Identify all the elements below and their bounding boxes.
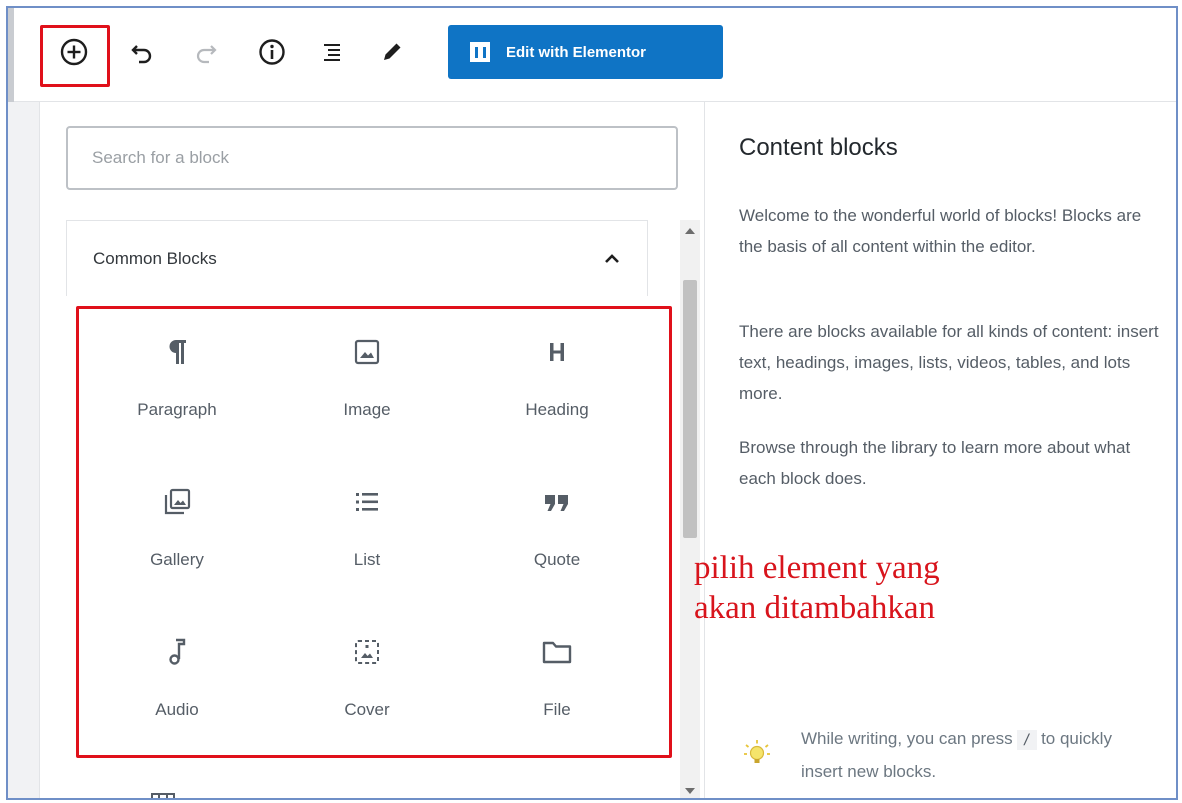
next-block-icon-peek: [150, 790, 176, 798]
table-icon: [151, 793, 175, 798]
plus-circle-icon: [60, 38, 88, 66]
undo-button[interactable]: [120, 30, 164, 74]
block-label: Paragraph: [137, 400, 217, 419]
help-paragraph-3: Browse through the library to learn more…: [739, 438, 1131, 488]
heading-icon: [550, 343, 564, 361]
undo-icon: [131, 45, 152, 64]
gallery-icon: [164, 488, 191, 515]
toolbar-left-edge: [8, 8, 14, 102]
block-search-input[interactable]: [66, 126, 678, 190]
block-label: Gallery: [150, 550, 204, 569]
cover-icon: [355, 640, 379, 664]
help-title: Content blocks: [739, 134, 898, 161]
block-label: Audio: [155, 700, 199, 719]
editor-window: Edit with Elementor Common Blocks: [6, 6, 1178, 800]
annotation-line-1: pilih element yang: [694, 550, 940, 586]
block-list[interactable]: List: [272, 462, 462, 612]
annotation-line-2: akan ditambahkan: [694, 590, 935, 626]
help-paragraph-2: There are blocks available for all kinds…: [739, 322, 1159, 403]
block-label: Image: [343, 400, 391, 419]
folder-icon: [542, 641, 572, 664]
list-outline-icon: [324, 44, 340, 61]
paragraph-icon: [169, 340, 186, 364]
block-navigation-button[interactable]: [310, 30, 354, 74]
block-label: List: [353, 550, 381, 569]
redo-button[interactable]: [184, 30, 228, 74]
tools-button[interactable]: [370, 30, 414, 74]
chevron-up-icon: [605, 253, 619, 263]
block-label: Cover: [344, 700, 390, 719]
slash-key: /: [1016, 730, 1038, 750]
block-file[interactable]: File: [462, 612, 652, 762]
edit-with-elementor-button[interactable]: Edit with Elementor: [448, 25, 723, 79]
redo-icon: [196, 45, 217, 64]
block-heading[interactable]: Heading: [462, 312, 652, 462]
writing-tip: While writing, you can press / to quickly …: [739, 722, 1159, 788]
common-blocks-toggle[interactable]: Common Blocks: [66, 220, 648, 296]
info-icon: [259, 39, 285, 65]
image-icon: [354, 339, 380, 365]
block-grid: Paragraph Image Heading Gallery List Quo…: [82, 312, 666, 762]
editor-gutter: [8, 102, 40, 798]
inserter-scrollbar[interactable]: [680, 220, 700, 798]
scroll-up-arrow-icon[interactable]: [685, 228, 695, 234]
block-cover[interactable]: Cover: [272, 612, 462, 762]
add-block-button[interactable]: [52, 30, 96, 74]
scroll-down-arrow-icon[interactable]: [685, 788, 695, 794]
tip-text: While writing, you can press / to quickly …: [801, 722, 1151, 788]
block-gallery[interactable]: Gallery: [82, 462, 272, 612]
block-image[interactable]: Image: [272, 312, 462, 462]
scrollbar-thumb[interactable]: [683, 280, 697, 538]
list-icon: [356, 493, 378, 511]
block-help-panel: Content blocks Welcome to the wonderful …: [705, 102, 1176, 798]
block-audio[interactable]: Audio: [82, 612, 272, 762]
block-inserter-panel: Common Blocks Paragraph: [40, 102, 705, 798]
elementor-logo-icon: [470, 42, 490, 62]
annotation-text: pilih element yang akan ditambahkan: [694, 548, 940, 628]
quote-icon: [545, 495, 568, 511]
lightbulb-icon: [744, 740, 770, 763]
elementor-button-label: Edit with Elementor: [506, 43, 647, 61]
content-info-button[interactable]: [250, 30, 294, 74]
block-quote[interactable]: Quote: [462, 462, 652, 612]
tip-text-before: While writing, you can press: [801, 729, 1013, 748]
audio-icon: [169, 638, 186, 665]
block-label: Quote: [533, 550, 581, 569]
category-title: Common Blocks: [93, 248, 217, 268]
block-label: Heading: [525, 400, 589, 419]
block-paragraph[interactable]: Paragraph: [82, 312, 272, 462]
block-label: File: [543, 700, 571, 719]
help-paragraph-1: Welcome to the wonderful world of blocks…: [739, 206, 1142, 256]
top-toolbar: Edit with Elementor: [8, 8, 1176, 102]
pencil-icon: [384, 43, 401, 60]
